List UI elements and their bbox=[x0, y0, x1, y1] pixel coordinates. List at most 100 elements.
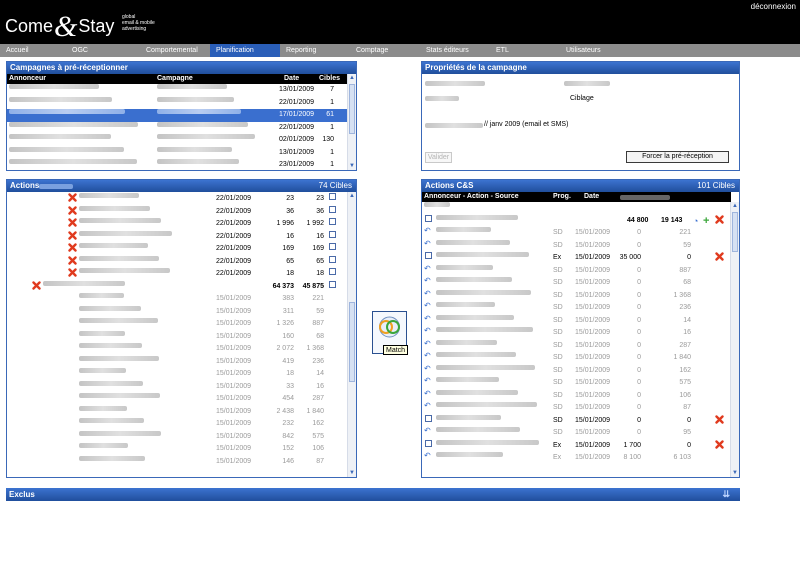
link-arrow-icon[interactable]: ↶ bbox=[424, 402, 432, 410]
action-row[interactable]: 15/01/2009 842 575 bbox=[7, 430, 348, 444]
select-checkbox[interactable] bbox=[425, 214, 432, 222]
brand-logo[interactable]: Come&Stay global email & mobile advertis… bbox=[5, 6, 155, 43]
action-row[interactable]: 15/01/2009 152 106 bbox=[7, 443, 348, 456]
scroll-up-icon[interactable]: ▲ bbox=[731, 202, 739, 210]
logout-link[interactable]: déconnexion bbox=[751, 2, 796, 11]
action-row[interactable]: 22/01/2009 169 169 bbox=[7, 243, 348, 256]
cs-row[interactable]: ↶ SD 15/01/2009 0 1 368 bbox=[422, 289, 731, 303]
action-row[interactable]: 22/01/2009 23 23 bbox=[7, 193, 348, 206]
link-arrow-icon[interactable]: ↶ bbox=[424, 227, 432, 235]
cs-row[interactable]: ↶ SD 15/01/2009 0 887 bbox=[422, 264, 731, 278]
action-row[interactable]: 15/01/2009 33 16 bbox=[7, 380, 348, 394]
col-annonceur[interactable]: Annonceur bbox=[9, 74, 46, 84]
link-arrow-icon[interactable]: ↶ bbox=[424, 302, 432, 310]
cs-row[interactable]: ↶ SD 15/01/2009 0 59 bbox=[422, 239, 731, 253]
nav-planification[interactable]: Planification bbox=[210, 44, 280, 57]
action-total-row[interactable]: 64 373 45 875 bbox=[7, 280, 348, 294]
delete-icon[interactable] bbox=[68, 218, 77, 227]
select-checkbox[interactable] bbox=[329, 218, 336, 225]
campaign-row[interactable]: 02/01/2009 130 bbox=[7, 134, 348, 147]
campaigns-scrollbar[interactable]: ▲ ▼ bbox=[347, 74, 356, 170]
action-row[interactable]: 15/01/2009 2 438 1 840 bbox=[7, 405, 348, 419]
action-row[interactable]: 15/01/2009 2 072 1 368 bbox=[7, 343, 348, 356]
select-checkbox[interactable] bbox=[329, 230, 336, 238]
cs-row[interactable]: Ex 15/01/2009 35 000 0 bbox=[422, 252, 731, 265]
scroll-thumb[interactable] bbox=[349, 302, 355, 382]
link-arrow-icon[interactable]: ↶ bbox=[424, 364, 432, 373]
delete-icon[interactable] bbox=[68, 255, 77, 265]
col-date[interactable]: Date bbox=[584, 192, 599, 202]
action-row[interactable]: 15/01/2009 232 162 bbox=[7, 418, 348, 431]
cs-scrollbar[interactable]: ▲ ▼ bbox=[730, 202, 739, 477]
select-checkbox[interactable] bbox=[329, 280, 336, 288]
select-checkbox[interactable] bbox=[329, 205, 336, 213]
validate-button[interactable]: Valider bbox=[425, 152, 452, 163]
cs-row[interactable]: ↶ SD 15/01/2009 0 1 840 bbox=[422, 352, 731, 365]
action-row[interactable]: 15/01/2009 18 14 bbox=[7, 368, 348, 381]
nav-comportemental[interactable]: Comportemental bbox=[140, 44, 210, 57]
cs-row[interactable]: ↶ SD 15/01/2009 0 106 bbox=[422, 389, 731, 403]
delete-icon[interactable] bbox=[715, 439, 724, 449]
campaign-row[interactable]: 13/01/2009 1 bbox=[7, 146, 348, 160]
cs-row[interactable]: ↶ SD 15/01/2009 0 162 bbox=[422, 364, 731, 378]
delete-icon[interactable] bbox=[68, 268, 77, 277]
link-arrow-icon[interactable]: ↶ bbox=[424, 314, 432, 323]
select-checkbox[interactable] bbox=[425, 414, 432, 422]
scroll-up-icon[interactable]: ▲ bbox=[348, 192, 356, 200]
action-row[interactable]: 15/01/2009 311 59 bbox=[7, 305, 348, 319]
action-row[interactable]: 15/01/2009 160 68 bbox=[7, 330, 348, 344]
delete-icon[interactable] bbox=[715, 414, 724, 424]
action-row[interactable]: 22/01/2009 1 996 1 992 bbox=[7, 218, 348, 231]
delete-icon[interactable] bbox=[68, 230, 77, 240]
delete-icon[interactable] bbox=[715, 252, 724, 261]
scroll-up-icon[interactable]: ▲ bbox=[348, 74, 356, 82]
nav-utilisateurs[interactable]: Utilisateurs bbox=[560, 44, 640, 57]
action-row[interactable]: 22/01/2009 16 16 bbox=[7, 230, 348, 244]
campaign-row[interactable]: 22/01/2009 1 bbox=[7, 121, 348, 135]
nav-accueil[interactable]: Accueil bbox=[0, 44, 62, 57]
link-arrow-icon[interactable]: ↶ bbox=[424, 389, 432, 398]
select-checkbox[interactable] bbox=[329, 268, 336, 275]
scroll-thumb[interactable] bbox=[349, 84, 355, 134]
action-row[interactable]: 15/01/2009 454 287 bbox=[7, 393, 348, 406]
link-arrow-icon[interactable]: ↶ bbox=[424, 289, 432, 298]
scroll-down-icon[interactable]: ▼ bbox=[348, 469, 356, 477]
link-arrow-icon[interactable]: ↶ bbox=[424, 277, 432, 285]
scroll-down-icon[interactable]: ▼ bbox=[731, 469, 739, 477]
actions-scrollbar[interactable]: ▲ ▼ bbox=[347, 192, 356, 477]
cs-row[interactable]: ↶ SD 15/01/2009 0 16 bbox=[422, 327, 731, 340]
link-arrow-icon[interactable]: ↶ bbox=[424, 264, 432, 273]
select-checkbox[interactable] bbox=[425, 439, 432, 447]
action-row[interactable]: 22/01/2009 18 18 bbox=[7, 268, 348, 281]
action-row[interactable]: 15/01/2009 419 236 bbox=[7, 355, 348, 369]
nav-comptage[interactable]: Comptage bbox=[350, 44, 420, 57]
action-row[interactable]: 15/01/2009 146 87 bbox=[7, 455, 348, 469]
cs-row[interactable]: ↶ SD 15/01/2009 0 575 bbox=[422, 377, 731, 390]
cs-row[interactable]: ↶ Ex 15/01/2009 8 100 6 103 bbox=[422, 452, 731, 465]
exclus-bar[interactable]: Exclus ⇊ bbox=[6, 488, 740, 501]
cs-row[interactable]: ↶ SD 15/01/2009 0 221 bbox=[422, 227, 731, 240]
action-row[interactable]: 15/01/2009 1 326 887 bbox=[7, 318, 348, 331]
col-date[interactable]: Date bbox=[284, 74, 299, 84]
link-arrow-icon[interactable]: ↶ bbox=[424, 327, 432, 335]
cs-group-row[interactable] bbox=[422, 202, 731, 215]
delete-icon[interactable] bbox=[715, 214, 724, 224]
campaign-row[interactable]: 13/01/2009 7 bbox=[7, 84, 348, 97]
scroll-down-icon[interactable]: ▼ bbox=[348, 162, 356, 170]
timer-icon[interactable]: ◔ bbox=[693, 215, 698, 228]
col-cibles[interactable]: Cibles bbox=[319, 74, 340, 84]
cs-row[interactable]: SD 15/01/2009 0 0 bbox=[422, 414, 731, 428]
campaign-row[interactable]: 22/01/2009 1 bbox=[7, 96, 348, 110]
action-row[interactable]: 15/01/2009 383 221 bbox=[7, 293, 348, 306]
link-arrow-icon[interactable]: ↶ bbox=[424, 452, 432, 460]
link-arrow-icon[interactable]: ↶ bbox=[424, 339, 432, 348]
col-prog[interactable]: Prog. bbox=[553, 192, 571, 202]
link-arrow-icon[interactable]: ↶ bbox=[424, 352, 432, 360]
delete-icon[interactable] bbox=[68, 243, 77, 252]
link-arrow-icon[interactable]: ↶ bbox=[424, 427, 432, 435]
cs-row[interactable]: ↶ SD 15/01/2009 0 95 bbox=[422, 427, 731, 440]
force-reception-button[interactable]: Forcer la pré-réception bbox=[626, 151, 729, 163]
select-checkbox[interactable] bbox=[329, 255, 336, 263]
campaign-row[interactable]: 23/01/2009 1 bbox=[7, 159, 348, 172]
select-checkbox[interactable] bbox=[425, 252, 432, 259]
